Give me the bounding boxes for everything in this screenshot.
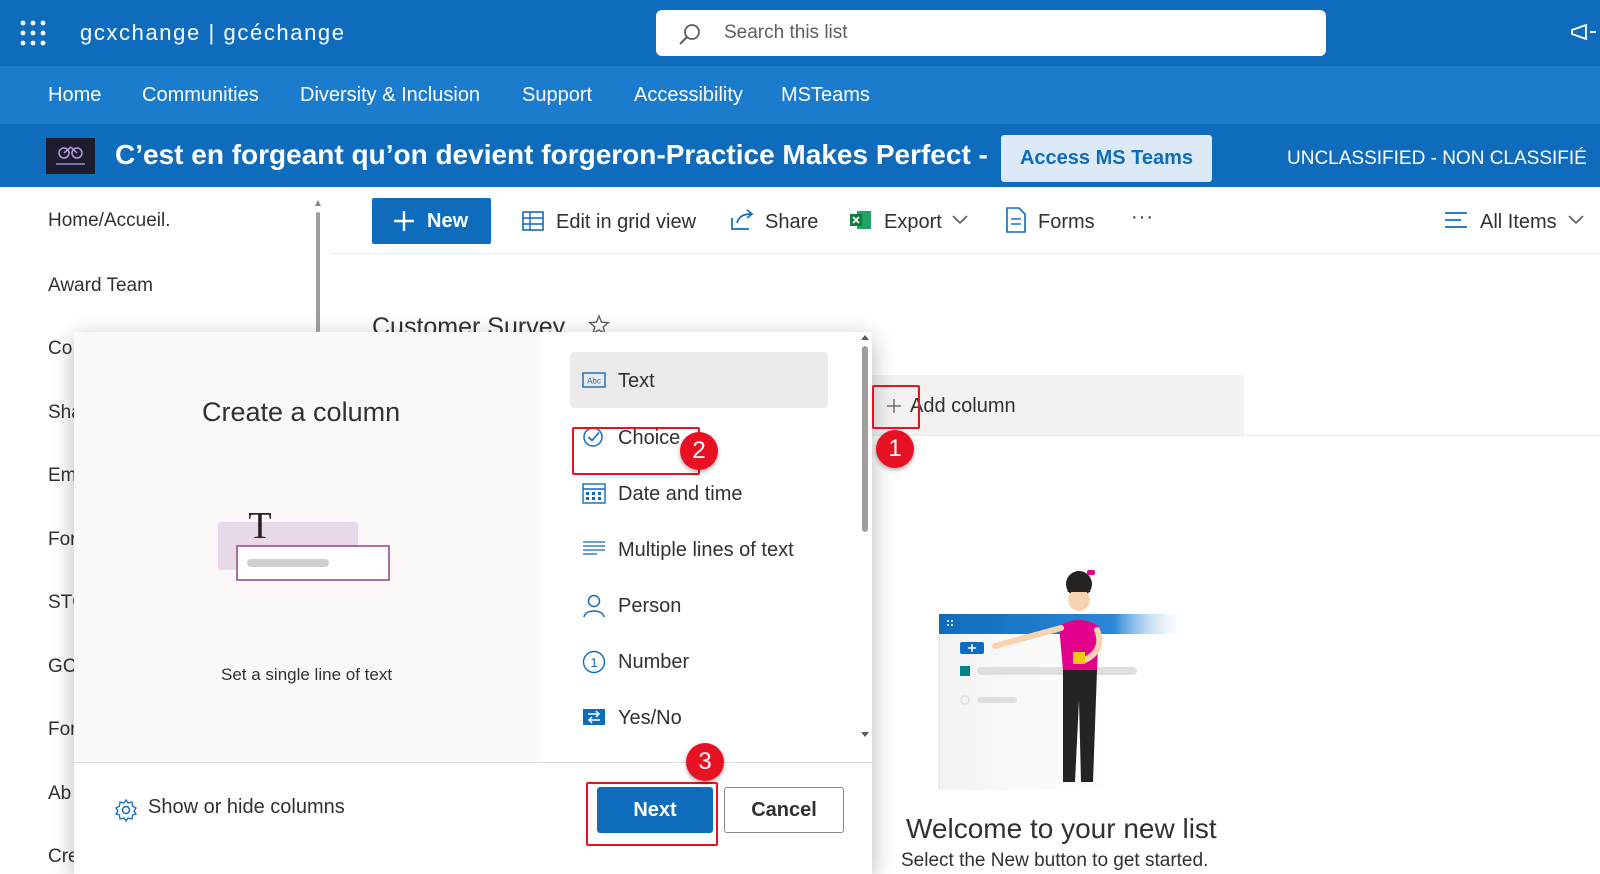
- access-ms-teams-button[interactable]: Access MS Teams: [1001, 135, 1212, 182]
- column-type-label: Text: [618, 370, 655, 392]
- column-type-label: Number: [618, 651, 690, 673]
- export-button[interactable]: Export: [884, 210, 942, 234]
- hub-nav-communities[interactable]: Communities: [142, 84, 259, 106]
- command-bar-divider: [330, 253, 1600, 254]
- more-options-icon[interactable]: ···: [1131, 205, 1154, 229]
- person-icon: [582, 594, 606, 618]
- column-type-label: Person: [618, 595, 682, 617]
- svg-text:Abc: Abc: [587, 377, 601, 386]
- hub-nav-support[interactable]: Support: [522, 84, 592, 106]
- text-field-illustration: T: [218, 506, 398, 606]
- calendar-icon: [582, 482, 606, 504]
- search-icon: [678, 22, 702, 46]
- gear-icon: [114, 798, 138, 822]
- new-button[interactable]: New: [372, 198, 491, 244]
- site-logo[interactable]: [46, 138, 95, 174]
- new-button-label: New: [427, 210, 469, 232]
- left-nav-item[interactable]: For: [48, 719, 77, 741]
- column-type-label: Multiple lines of text: [618, 539, 794, 561]
- cancel-button[interactable]: Cancel: [724, 787, 844, 833]
- app-launcher-icon[interactable]: [20, 20, 46, 46]
- grid-icon: [521, 209, 545, 233]
- column-type-yes-no[interactable]: Yes/No: [570, 689, 828, 745]
- share-button[interactable]: Share: [765, 210, 818, 234]
- megaphone-icon[interactable]: [1570, 22, 1596, 44]
- forms-icon: [1005, 207, 1027, 233]
- callout-step-3: 3: [686, 743, 724, 781]
- site-header: C’est en forgeant qu’on devient forgeron…: [0, 124, 1600, 187]
- edit-in-grid-view-button[interactable]: Edit in grid view: [556, 210, 696, 234]
- excel-icon: [849, 208, 873, 232]
- svg-text:1: 1: [590, 655, 597, 670]
- column-type-label: Date and time: [618, 483, 743, 505]
- column-type-description: Set a single line of text: [221, 665, 393, 684]
- hub-nav-diversity[interactable]: Diversity & Inclusion: [300, 84, 480, 106]
- hub-nav-msteams[interactable]: MSTeams: [781, 84, 870, 106]
- callout-highlight-add-column: [872, 385, 920, 429]
- column-type-label: Yes/No: [618, 707, 682, 729]
- add-column-button[interactable]: Add column: [910, 394, 1016, 418]
- forms-button[interactable]: Forms: [1038, 210, 1095, 234]
- text-abc-icon: Abc: [582, 369, 606, 391]
- callout-step-2: 2: [680, 432, 718, 470]
- left-nav-item[interactable]: GC: [48, 656, 77, 678]
- column-type-text[interactable]: Abc Text: [570, 352, 828, 408]
- empty-list-illustration: [935, 570, 1195, 792]
- hub-nav-home[interactable]: Home: [48, 84, 101, 106]
- callout-step-1: 1: [876, 430, 914, 468]
- empty-state-title: Welcome to your new list: [906, 813, 1217, 844]
- chevron-down-icon: [1568, 215, 1584, 225]
- show-hide-columns-link[interactable]: Show or hide columns: [148, 795, 345, 819]
- left-nav-item[interactable]: Award Team: [48, 275, 153, 297]
- left-nav-item[interactable]: For: [48, 529, 77, 551]
- view-list-icon: [1444, 210, 1468, 230]
- multiline-text-icon: [582, 538, 606, 560]
- left-nav-item[interactable]: Home/Accueil.: [48, 210, 171, 232]
- classification-label: UNCLASSIFIED - NON CLASSIFIÉ: [1287, 148, 1587, 169]
- hub-nav-accessibility[interactable]: Accessibility: [634, 84, 743, 106]
- create-column-dialog: Create a column T Set a single line of t…: [74, 332, 872, 874]
- plus-icon: [392, 209, 416, 233]
- search-box[interactable]: Search this list: [656, 10, 1326, 56]
- header-divider: [872, 435, 1600, 436]
- suite-bar: gcxchange | gcéchange Search this list: [0, 0, 1600, 66]
- svg-text:T: T: [248, 506, 271, 547]
- yes-no-icon: [582, 706, 606, 728]
- view-selector[interactable]: All Items: [1480, 210, 1557, 234]
- dialog-footer-divider: [74, 762, 872, 763]
- column-type-multiline[interactable]: Multiple lines of text: [570, 521, 828, 577]
- column-type-person[interactable]: Person: [570, 577, 828, 633]
- left-nav-item[interactable]: Ab: [48, 783, 71, 805]
- left-nav-item[interactable]: Em: [48, 465, 77, 487]
- hub-navigation: Home Communities Diversity & Inclusion S…: [0, 66, 1600, 124]
- column-type-scrollbar[interactable]: [858, 332, 872, 762]
- number-icon: 1: [582, 650, 606, 674]
- chevron-down-icon: [952, 215, 968, 225]
- site-title[interactable]: C’est en forgeant qu’on devient forgeron…: [115, 138, 988, 172]
- left-nav-item[interactable]: Co: [48, 338, 72, 360]
- callout-highlight-next: [586, 782, 718, 846]
- brand-name[interactable]: gcxchange | gcéchange: [80, 18, 346, 48]
- search-input[interactable]: Search this list: [724, 22, 848, 44]
- column-preview-panel: Create a column T Set a single line of t…: [74, 332, 541, 762]
- column-type-number[interactable]: 1 Number: [570, 633, 828, 689]
- empty-state-subtitle: Select the New button to get started.: [901, 850, 1209, 871]
- dialog-title: Create a column: [202, 397, 401, 427]
- share-icon: [729, 208, 755, 232]
